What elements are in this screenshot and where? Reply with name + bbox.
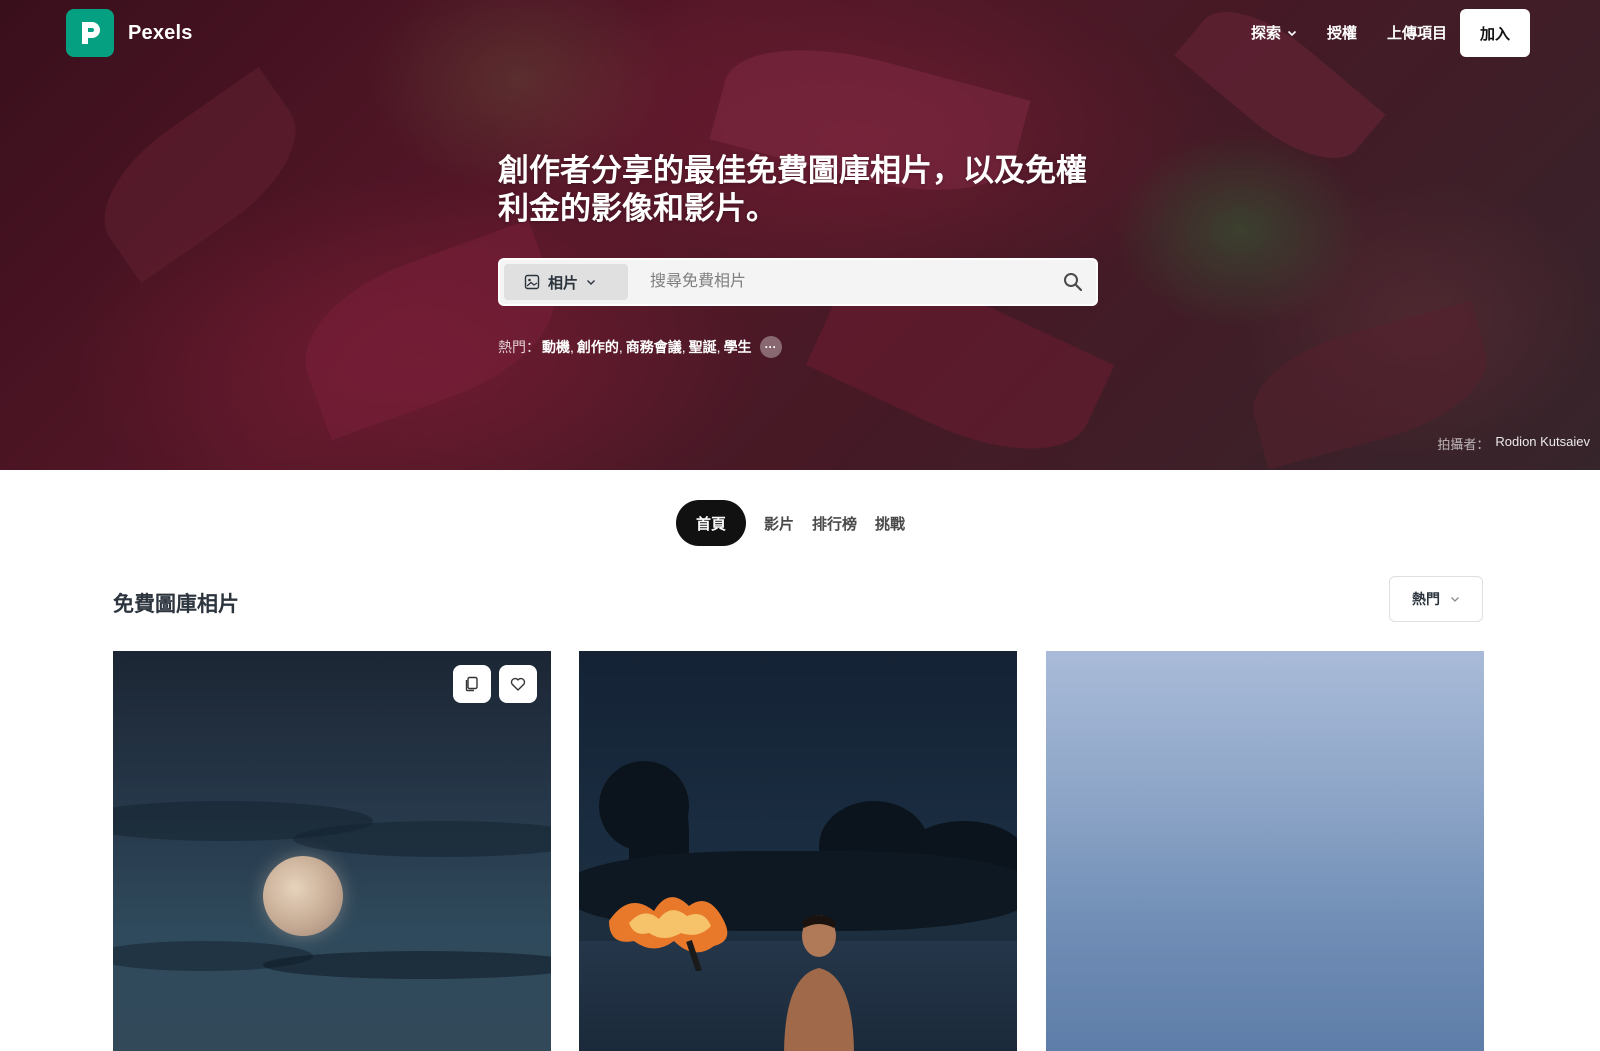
photo-actions bbox=[453, 665, 537, 703]
search-type-dropdown[interactable]: 相片 bbox=[504, 264, 628, 300]
search-input[interactable] bbox=[650, 268, 1030, 296]
nav-license[interactable]: 授權 bbox=[1327, 22, 1357, 43]
trending-separator: , bbox=[618, 339, 623, 355]
search-type-label: 相片 bbox=[548, 274, 579, 292]
trending-separator: , bbox=[681, 339, 686, 355]
tab-leaderboard[interactable]: 排行榜 bbox=[812, 513, 857, 534]
hero-banner: Pexels 探索 授權 上傳項目 ··· 加入 創作者分享的最佳免費圖庫相片，… bbox=[0, 0, 1600, 470]
tab-home[interactable]: 首頁 bbox=[676, 500, 747, 546]
pexels-logo[interactable]: Pexels bbox=[66, 9, 193, 57]
photo-card[interactable] bbox=[113, 651, 551, 1051]
chevron-down-icon bbox=[1287, 30, 1297, 36]
top-nav: Pexels 探索 授權 上傳項目 ··· 加入 bbox=[0, 0, 1600, 66]
image-icon bbox=[524, 274, 540, 290]
search-button[interactable] bbox=[1062, 271, 1084, 293]
trending-link[interactable]: 學生 bbox=[724, 337, 752, 357]
chevron-down-icon bbox=[587, 280, 596, 285]
like-button[interactable] bbox=[499, 665, 537, 703]
trending-link[interactable]: 動機 bbox=[542, 337, 570, 357]
sort-label: 熱門 bbox=[1412, 591, 1440, 607]
nav-explore[interactable]: 探索 bbox=[1251, 22, 1297, 43]
pexels-logo-icon bbox=[66, 9, 114, 57]
collection-icon bbox=[465, 676, 478, 692]
trending-link[interactable]: 創作的 bbox=[577, 337, 619, 357]
sort-dropdown[interactable]: 熱門 bbox=[1389, 576, 1483, 622]
photographer-link[interactable]: Rodion Kutsaiev bbox=[1495, 434, 1590, 453]
brand-name: Pexels bbox=[128, 21, 193, 44]
trending-label: 熱門： bbox=[498, 339, 540, 355]
torch-fire bbox=[609, 897, 728, 971]
search-bar: 相片 bbox=[498, 258, 1098, 306]
content-tabs: 首頁 影片 排行榜 挑戰 bbox=[676, 500, 905, 546]
section-title: 免費圖庫相片 bbox=[113, 593, 239, 616]
chevron-down-icon bbox=[1451, 597, 1459, 602]
photo-cloud bbox=[263, 951, 551, 979]
nav-upload[interactable]: 上傳項目 bbox=[1387, 22, 1447, 43]
tab-challenges[interactable]: 挑戰 bbox=[875, 513, 905, 534]
photo-cloud bbox=[293, 821, 551, 857]
join-button[interactable]: 加入 bbox=[1460, 9, 1530, 57]
trending-link[interactable]: 聖誕 bbox=[689, 337, 717, 357]
trending-separator: , bbox=[570, 339, 574, 355]
photo-credit: 拍攝者： Rodion Kutsaiev bbox=[1437, 434, 1590, 453]
photo-card[interactable] bbox=[579, 651, 1017, 1051]
collect-button[interactable] bbox=[453, 665, 491, 703]
hero-headline: 創作者分享的最佳免費圖庫相片，以及免權利金的影像和影片。 bbox=[498, 153, 1087, 226]
trending-more-button[interactable]: ··· bbox=[759, 336, 782, 358]
tab-videos[interactable]: 影片 bbox=[764, 513, 794, 534]
person bbox=[784, 915, 854, 1051]
moon bbox=[263, 856, 343, 936]
photo-card[interactable] bbox=[1046, 651, 1484, 1051]
hero-overlay bbox=[0, 0, 1600, 470]
trending-link[interactable]: 商務會議 bbox=[626, 337, 682, 357]
trending-separator: , bbox=[716, 339, 721, 355]
heart-icon bbox=[510, 677, 526, 691]
search-icon bbox=[1064, 273, 1083, 292]
credit-label: 拍攝者： bbox=[1437, 437, 1490, 452]
nav-explore-label: 探索 bbox=[1250, 25, 1281, 42]
trending-searches: 熱門： 動機, 創作的, 商務會議, 聖誕, 學生 ··· bbox=[498, 336, 782, 358]
